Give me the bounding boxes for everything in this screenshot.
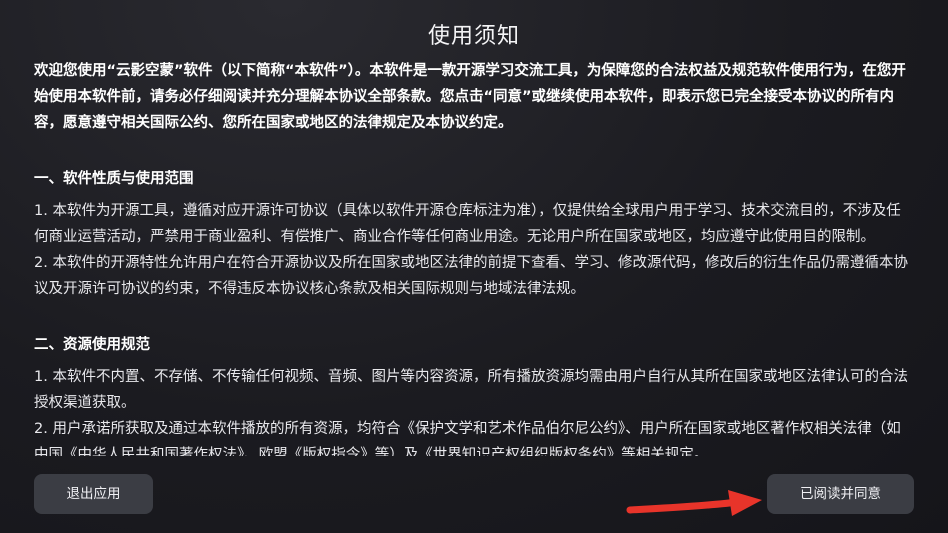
section-item: 1. 本软件不内置、不存储、不传输任何视频、音频、图片等内容资源，所有播放资源均… <box>34 369 908 411</box>
dialog-title: 使用须知 <box>427 24 520 49</box>
agree-button[interactable]: 已阅读并同意 <box>767 474 914 514</box>
section-heading: 一、软件性质与使用范围 <box>34 171 194 187</box>
section-heading: 二、资源使用规范 <box>34 337 150 353</box>
section-software-nature: 一、软件性质与使用范围 1. 本软件为开源工具，遵循对应开源许可协议（具体以软件… <box>34 166 914 302</box>
pointer-arrow-icon <box>626 490 762 516</box>
agreement-scroll-area[interactable]: 欢迎您使用“云影空蒙”软件（以下简称“本软件”）。本软件是一款开源学习交流工具，… <box>34 58 916 456</box>
dialog-footer: 退出应用 已阅读并同意 <box>0 456 948 533</box>
section-item: 2. 用户承诺所获取及通过本软件播放的所有资源，均符合《保护文学和艺术作品伯尔尼… <box>34 421 901 456</box>
intro-paragraph: 欢迎您使用“云影空蒙”软件（以下简称“本软件”）。本软件是一款开源学习交流工具，… <box>34 63 906 131</box>
section-item: 1. 本软件为开源工具，遵循对应开源许可协议（具体以软件开源仓库标注为准），仅提… <box>34 203 901 245</box>
exit-app-button[interactable]: 退出应用 <box>34 474 153 514</box>
section-item: 2. 本软件的开源特性允许用户在符合开源协议及所在国家或地区法律的前提下查看、学… <box>34 255 908 297</box>
section-resource-usage: 二、资源使用规范 1. 本软件不内置、不存储、不传输任何视频、音频、图片等内容资… <box>34 332 914 456</box>
agreement-content: 欢迎您使用“云影空蒙”软件（以下简称“本软件”）。本软件是一款开源学习交流工具，… <box>34 58 914 456</box>
